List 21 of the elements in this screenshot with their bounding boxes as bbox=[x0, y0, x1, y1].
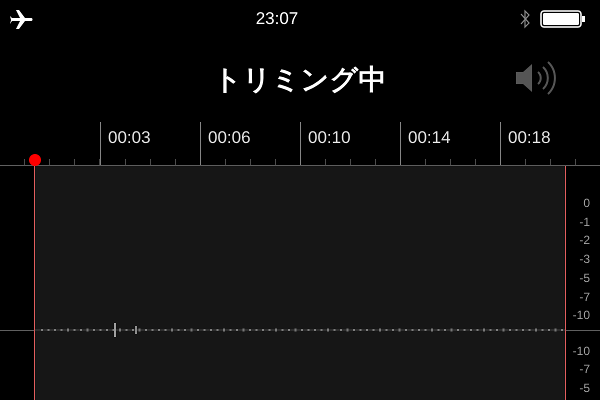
level-label: -5 bbox=[579, 380, 590, 397]
status-time: 23:07 bbox=[256, 9, 298, 29]
airplane-icon bbox=[10, 9, 34, 29]
level-label: -7 bbox=[579, 288, 590, 306]
screen-title: トリミング中 bbox=[214, 62, 386, 98]
level-label: -2 bbox=[579, 232, 590, 250]
level-label: 0 bbox=[583, 195, 590, 212]
level-label: -5 bbox=[579, 270, 590, 287]
level-label: -3 bbox=[579, 251, 590, 268]
time-label: 00:06 bbox=[208, 128, 251, 148]
time-label: 00:10 bbox=[308, 128, 351, 148]
time-label: 00:03 bbox=[108, 128, 151, 148]
bluetooth-icon bbox=[520, 9, 530, 29]
level-label: -10 bbox=[572, 342, 590, 360]
battery-icon bbox=[540, 10, 586, 28]
level-label: -7 bbox=[579, 361, 590, 378]
time-label: 00:18 bbox=[508, 128, 551, 148]
time-label: 00:14 bbox=[408, 128, 451, 148]
playhead-handle[interactable] bbox=[29, 154, 41, 166]
level-label: -10 bbox=[572, 307, 590, 324]
level-label: -1 bbox=[579, 214, 590, 231]
